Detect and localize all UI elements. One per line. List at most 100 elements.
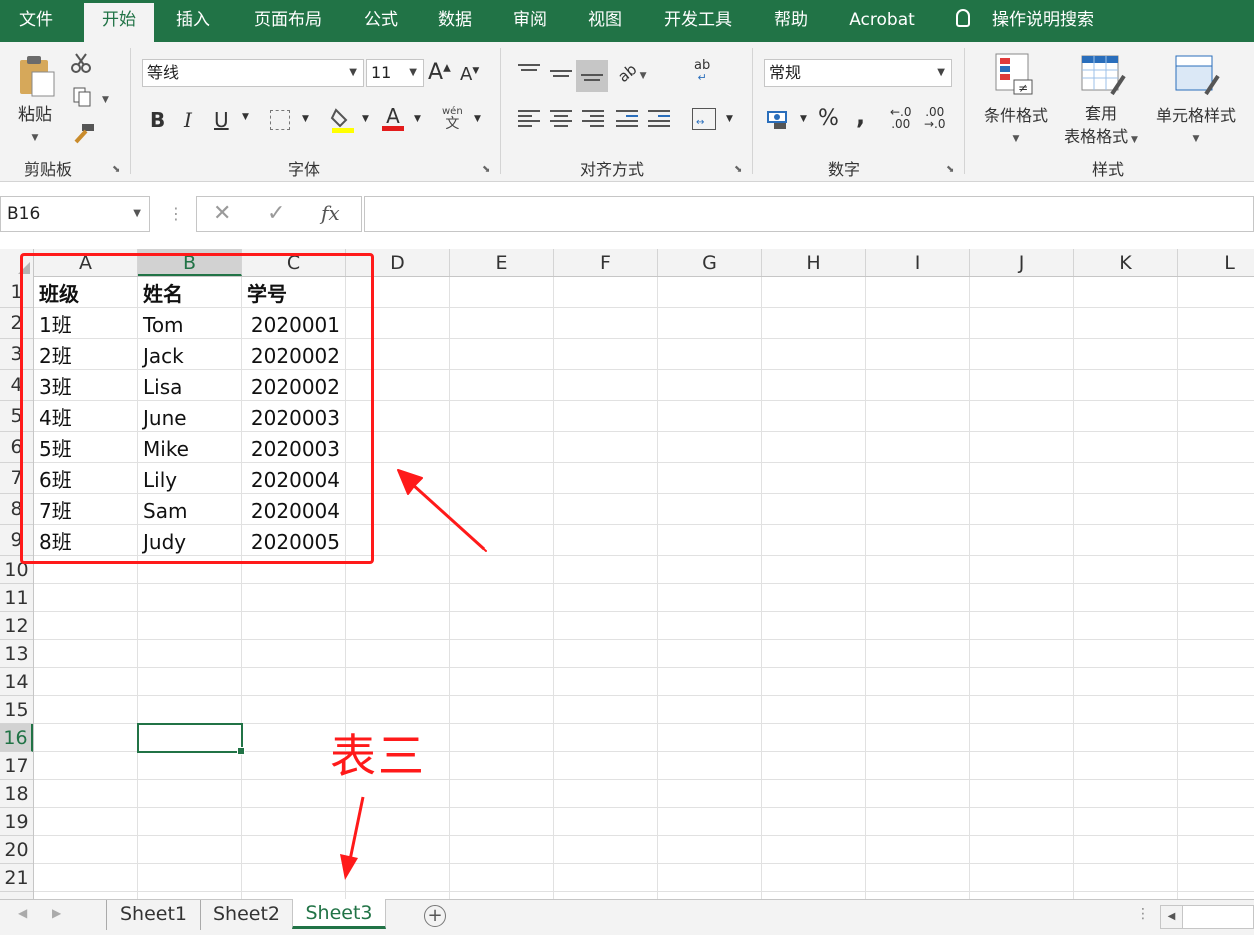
underline-button[interactable]: U: [214, 108, 229, 132]
cancel-entry-icon[interactable]: ✕: [213, 201, 231, 226]
tab-file[interactable]: 文件: [0, 0, 72, 42]
row-header-12[interactable]: 12: [0, 612, 33, 640]
format-painter-icon[interactable]: [70, 122, 96, 144]
row-header-15[interactable]: 15: [0, 696, 33, 724]
comma-style-button[interactable]: ,: [856, 102, 865, 130]
column-header-h[interactable]: H: [762, 249, 866, 276]
gridline: [969, 277, 970, 899]
grow-font-button[interactable]: A▲: [428, 60, 451, 85]
italic-button[interactable]: I: [184, 108, 192, 132]
column-header-e[interactable]: E: [450, 249, 554, 276]
orientation-button[interactable]: ab ▼: [614, 60, 646, 86]
tab-formulas[interactable]: 公式: [350, 0, 412, 42]
group-divider: [752, 48, 753, 174]
name-box[interactable]: B16 ▼: [0, 196, 150, 232]
row-header-18[interactable]: 18: [0, 780, 33, 808]
insert-function-icon[interactable]: fx: [321, 201, 340, 225]
font-color-button[interactable]: A: [382, 104, 404, 131]
accounting-format-icon[interactable]: [766, 110, 792, 130]
fill-color-dropdown-icon[interactable]: ▼: [362, 114, 369, 124]
row-header-11[interactable]: 11: [0, 584, 33, 612]
scroll-left-icon[interactable]: ◀: [1161, 906, 1183, 928]
sheet-tab-sheet1[interactable]: Sheet1: [106, 900, 200, 930]
bold-button[interactable]: B: [150, 108, 165, 132]
font-launcher-icon[interactable]: ⬊: [482, 164, 490, 175]
row-header-16[interactable]: 16: [0, 724, 33, 752]
highlight-box: [20, 253, 374, 564]
row-header-19[interactable]: 19: [0, 808, 33, 836]
tell-me-search[interactable]: 操作说明搜索: [956, 0, 1094, 42]
sheet-tab-sheet3[interactable]: Sheet3: [292, 899, 386, 929]
row-header-17[interactable]: 17: [0, 752, 33, 780]
shrink-font-button[interactable]: A▼: [460, 64, 479, 85]
scroll-split-grip-icon[interactable]: ⋮: [1136, 906, 1150, 922]
cut-icon[interactable]: [70, 52, 92, 74]
tab-data[interactable]: 数据: [424, 0, 486, 42]
column-header-j[interactable]: J: [970, 249, 1074, 276]
align-center-icon[interactable]: [550, 110, 572, 128]
ribbon-tab-bar: 文件 开始 插入 页面布局 公式 数据 审阅 视图 开发工具 帮助 Acroba…: [0, 0, 1254, 42]
underline-dropdown-icon[interactable]: ▼: [242, 112, 249, 122]
lightbulb-icon: [956, 9, 970, 27]
alignment-launcher-icon[interactable]: ⬊: [734, 164, 742, 175]
merge-dropdown-icon[interactable]: ▼: [726, 114, 733, 124]
merge-center-icon[interactable]: ↔: [692, 108, 716, 130]
row-header-13[interactable]: 13: [0, 640, 33, 668]
row-header-20[interactable]: 20: [0, 836, 33, 864]
decrease-decimal-button[interactable]: .00 →.0: [924, 106, 946, 130]
column-header-l[interactable]: L: [1178, 249, 1254, 276]
confirm-entry-icon[interactable]: ✓: [267, 201, 285, 226]
borders-icon[interactable]: [270, 110, 290, 130]
horizontal-scrollbar[interactable]: ◀: [1160, 905, 1254, 929]
row-header-14[interactable]: 14: [0, 668, 33, 696]
paste-button[interactable]: 粘贴 ▼: [12, 100, 58, 145]
cell-styles-button[interactable]: 单元格样式 ▼: [1150, 102, 1242, 145]
tab-home[interactable]: 开始: [84, 0, 154, 42]
font-color-dropdown-icon[interactable]: ▼: [414, 114, 421, 124]
increase-indent-icon[interactable]: [648, 110, 670, 128]
phonetic-guide-button[interactable]: wén 文: [442, 106, 463, 132]
number-launcher-icon[interactable]: ⬊: [946, 164, 954, 175]
gridline: [34, 611, 1254, 612]
phonetic-dropdown-icon[interactable]: ▼: [474, 114, 481, 124]
font-size-combo[interactable]: 11 ▼: [366, 59, 424, 87]
align-right-icon[interactable]: [582, 110, 604, 128]
tab-developer[interactable]: 开发工具: [648, 0, 748, 42]
tab-insert[interactable]: 插入: [160, 0, 226, 42]
increase-decimal-button[interactable]: ←.0.00: [890, 106, 912, 130]
format-as-table-button[interactable]: 套用 表格格式 ▼: [1058, 102, 1144, 152]
add-sheet-button[interactable]: +: [424, 905, 446, 927]
font-name-combo[interactable]: 等线 ▼: [142, 59, 364, 87]
wrap-text-button[interactable]: ab ↵: [694, 59, 710, 84]
copy-icon[interactable]: ▼: [72, 86, 112, 108]
number-format-combo[interactable]: 常规 ▼: [764, 59, 952, 87]
fill-color-icon[interactable]: [330, 106, 356, 134]
clipboard-launcher-icon[interactable]: ⬊: [112, 164, 120, 175]
align-bottom-button[interactable]: [576, 60, 608, 92]
active-cell-b16[interactable]: [137, 723, 245, 755]
conditional-formatting-button[interactable]: 条件格式 ▼: [978, 102, 1054, 145]
tab-acrobat[interactable]: Acrobat: [834, 0, 930, 42]
align-left-icon[interactable]: [518, 110, 540, 128]
align-top-icon[interactable]: [518, 64, 540, 82]
next-sheet-icon[interactable]: ▶: [52, 906, 61, 920]
tab-help[interactable]: 帮助: [760, 0, 822, 42]
borders-dropdown-icon[interactable]: ▼: [302, 114, 309, 124]
prev-sheet-icon[interactable]: ◀: [18, 906, 27, 920]
decrease-indent-icon[interactable]: [616, 110, 638, 128]
accounting-dropdown-icon[interactable]: ▼: [800, 114, 807, 124]
column-header-k[interactable]: K: [1074, 249, 1178, 276]
align-middle-icon[interactable]: [550, 70, 572, 88]
tab-view[interactable]: 视图: [574, 0, 636, 42]
row-header-21[interactable]: 21: [0, 864, 33, 892]
formula-input[interactable]: [364, 196, 1254, 232]
tab-page-layout[interactable]: 页面布局: [238, 0, 338, 42]
formula-bar-grip-icon[interactable]: ⋮: [168, 202, 184, 226]
column-header-f[interactable]: F: [554, 249, 658, 276]
percent-style-button[interactable]: %: [818, 106, 839, 131]
gridline: [34, 835, 1254, 836]
sheet-tab-sheet2[interactable]: Sheet2: [200, 900, 292, 930]
column-header-i[interactable]: I: [866, 249, 970, 276]
tab-review[interactable]: 审阅: [498, 0, 562, 42]
column-header-g[interactable]: G: [658, 249, 762, 276]
